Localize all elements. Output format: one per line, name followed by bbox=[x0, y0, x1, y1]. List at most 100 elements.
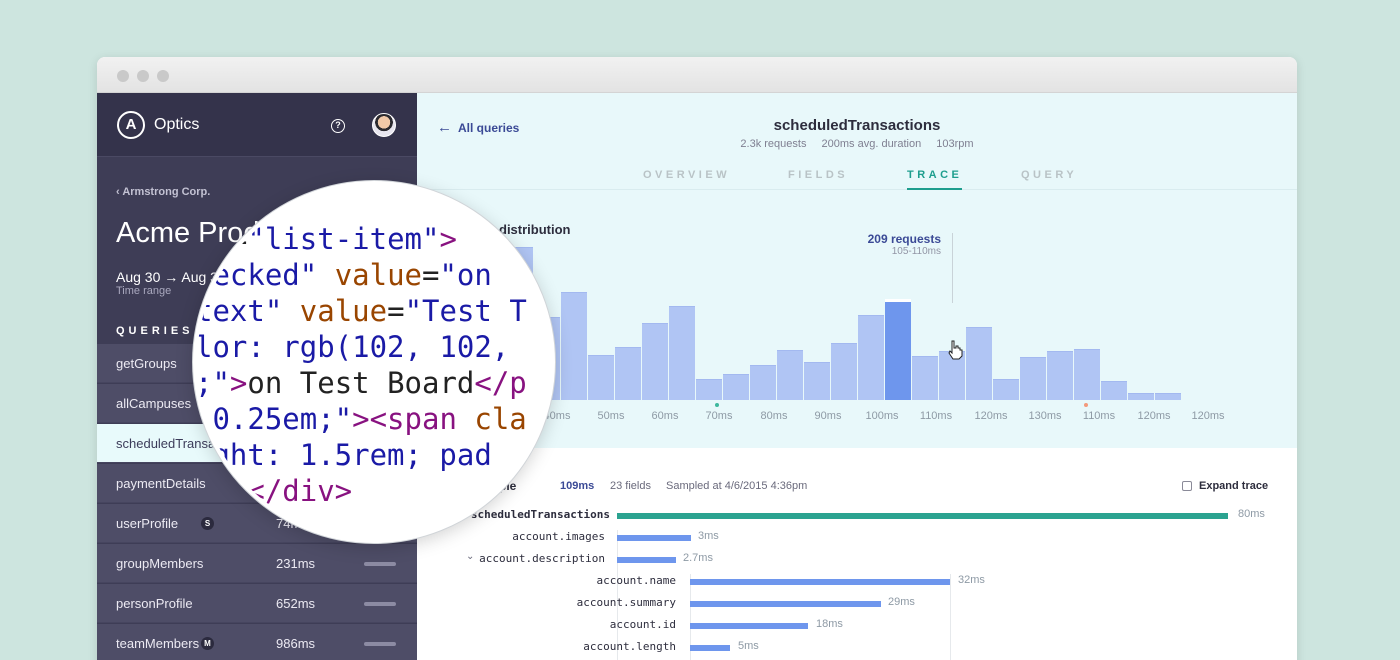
code-token: lor: rgb(102, 102, bbox=[195, 330, 510, 364]
histogram-bar[interactable] bbox=[912, 356, 938, 400]
trace-row[interactable]: account.images 3ms bbox=[417, 530, 1297, 552]
trace-field-name: account.images bbox=[512, 530, 605, 543]
code-token: = bbox=[229, 222, 248, 256]
user-avatar[interactable] bbox=[372, 113, 396, 137]
trace-field-name: account.name bbox=[596, 574, 676, 587]
query-latency-bar bbox=[364, 562, 396, 566]
trace-row[interactable]: account.summary 29ms bbox=[417, 596, 1297, 618]
trace-row[interactable]: account.id 18ms bbox=[417, 618, 1297, 640]
trace-field-duration: 2.7ms bbox=[683, 552, 713, 564]
code-token: = bbox=[422, 258, 440, 292]
expand-trace-checkbox[interactable] bbox=[1182, 481, 1192, 491]
code-line: ss="list-item"> bbox=[197, 221, 551, 257]
code-token: > bbox=[229, 366, 248, 400]
code-line: ight: 1.5rem; pad bbox=[195, 437, 551, 473]
code-token: "list-item" bbox=[247, 222, 440, 256]
query-name: getGroups bbox=[116, 356, 177, 371]
code-token: ight: 1.5rem; pad bbox=[195, 438, 492, 472]
stat-rpm: 103rpm bbox=[936, 138, 974, 150]
trace-duration-bar bbox=[690, 645, 730, 651]
query-name: teamMembers bbox=[116, 636, 200, 651]
histogram-bar[interactable] bbox=[669, 306, 695, 400]
chevron-down-icon[interactable]: ⌄ bbox=[466, 551, 474, 562]
query-type-badge: S bbox=[201, 517, 214, 530]
query-item[interactable]: groupMembers 231ms bbox=[97, 544, 417, 583]
expand-trace-label[interactable]: Expand trace bbox=[1199, 480, 1268, 492]
tab-trace[interactable]: TRACE bbox=[907, 169, 963, 190]
code-token: > bbox=[439, 222, 457, 256]
help-icon[interactable]: ? bbox=[331, 119, 345, 133]
org-breadcrumb[interactable]: ‹ Armstrong Corp. bbox=[116, 186, 210, 198]
magnified-code: ss="list-item"> necked" value="on text" va… bbox=[195, 221, 551, 509]
code-line: necked" value="on bbox=[195, 257, 551, 293]
tab-overview[interactable]: OVERVIEW bbox=[643, 169, 730, 190]
histogram-bar[interactable] bbox=[642, 323, 668, 400]
histogram-bar[interactable] bbox=[1155, 392, 1181, 400]
histogram-bar[interactable] bbox=[993, 378, 1019, 400]
tab-query[interactable]: QUERY bbox=[1021, 169, 1077, 190]
x-tick-label: 120ms bbox=[1191, 410, 1225, 422]
code-line: 0.25em;"><span cla bbox=[197, 401, 551, 437]
histogram-bar[interactable] bbox=[723, 374, 749, 400]
stat-requests: 2.3k requests bbox=[740, 138, 807, 150]
query-item[interactable]: personProfile 652ms bbox=[97, 584, 417, 623]
trace-row[interactable]: account.name 32ms bbox=[417, 574, 1297, 596]
histogram-bar[interactable] bbox=[777, 349, 803, 400]
x-tick-label: 120ms bbox=[1137, 410, 1171, 422]
histogram-bar[interactable] bbox=[1020, 357, 1046, 400]
query-type-badge: M bbox=[201, 637, 214, 650]
trace-field-duration: 80ms bbox=[1238, 508, 1265, 520]
org-name: Armstrong Corp. bbox=[122, 186, 211, 198]
close-window-dot[interactable] bbox=[117, 70, 129, 82]
tooltip-requests: 209 requests bbox=[867, 232, 941, 246]
histogram-bar[interactable] bbox=[1074, 348, 1100, 400]
tab-fields[interactable]: FIELDS bbox=[788, 169, 848, 190]
code-token: cla bbox=[474, 402, 527, 436]
x-tick-label: 110ms bbox=[919, 410, 953, 422]
histogram-bar[interactable] bbox=[804, 361, 830, 400]
trace-field-duration: 5ms bbox=[738, 640, 759, 652]
histogram-bar[interactable] bbox=[966, 327, 992, 400]
histogram-bar[interactable] bbox=[1047, 350, 1073, 400]
histogram-bar[interactable] bbox=[750, 364, 776, 400]
apollo-logo-icon[interactable]: A bbox=[117, 111, 145, 139]
trace-sampled-time: Sampled at 4/6/2015 4:36pm bbox=[666, 480, 808, 492]
code-token: /a></div> bbox=[195, 474, 353, 508]
histogram-bar-selected[interactable] bbox=[885, 298, 911, 400]
histogram-bar[interactable] bbox=[615, 346, 641, 400]
histogram-bar[interactable] bbox=[1128, 392, 1154, 400]
trace-field-name: account.summary bbox=[576, 596, 676, 609]
tooltip-range: 105-110ms bbox=[891, 246, 941, 257]
histogram-bar[interactable] bbox=[561, 292, 587, 400]
trace-field-name: account.description bbox=[479, 552, 605, 565]
hand-cursor-icon bbox=[948, 340, 963, 360]
maximize-window-dot[interactable] bbox=[157, 70, 169, 82]
trace-row[interactable]: account.length 5ms bbox=[417, 640, 1297, 660]
code-line: lor: rgb(102, 102, bbox=[195, 329, 551, 365]
code-magnifier: ss="list-item"> necked" value="on text" va… bbox=[193, 181, 555, 543]
code-token: ;" bbox=[195, 366, 230, 400]
trace-row[interactable]: ⌄ account.description 2.7ms bbox=[417, 551, 1297, 574]
marker-dot bbox=[715, 403, 719, 407]
code-token: necked" bbox=[195, 258, 318, 292]
histogram-bar[interactable] bbox=[1101, 380, 1127, 400]
app-name: Optics bbox=[154, 116, 200, 133]
code-line: text" value="Test T bbox=[197, 293, 551, 329]
query-stats: 2.3k requests 200ms avg. duration 103rpm bbox=[417, 138, 1297, 150]
code-token: on Test Board bbox=[247, 366, 475, 400]
x-tick-label: 60ms bbox=[651, 410, 679, 422]
minimize-window-dot[interactable] bbox=[137, 70, 149, 82]
marker-dot bbox=[1084, 403, 1088, 407]
trace-row[interactable]: scheduledTransactions 80ms bbox=[417, 508, 1297, 530]
histogram-bar[interactable] bbox=[696, 378, 722, 400]
query-latency-bar bbox=[364, 642, 396, 646]
histogram-bar[interactable] bbox=[858, 314, 884, 400]
histogram-bar[interactable] bbox=[588, 355, 614, 400]
trace-duration-bar bbox=[617, 557, 676, 563]
tooltip-guide-line bbox=[952, 233, 953, 303]
histogram-bar[interactable] bbox=[831, 343, 857, 400]
trace-field-name: scheduledTransactions bbox=[470, 508, 610, 521]
query-item[interactable]: teamMembers M 986ms bbox=[97, 624, 417, 660]
